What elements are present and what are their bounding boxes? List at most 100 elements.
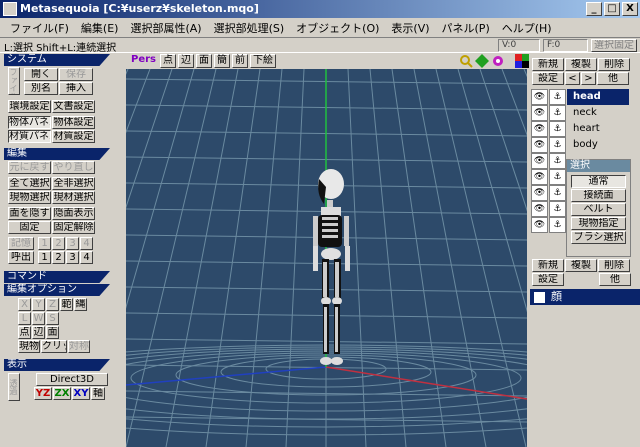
select-belt-button[interactable]: ベルト	[571, 203, 626, 216]
redo-button[interactable]: やり直し	[52, 161, 95, 174]
minimize-button[interactable]: _	[586, 2, 602, 16]
recall-slot-2[interactable]: 2	[52, 251, 65, 264]
local-toggle[interactable]: L	[18, 312, 31, 325]
object-row[interactable]: 👁 ⚓ neck	[531, 105, 640, 121]
eye-icon[interactable]: 👁	[531, 105, 548, 121]
simple-display-toggle[interactable]: 簡	[214, 54, 230, 68]
object-name[interactable]: neck	[567, 105, 629, 121]
lock-icon[interactable]: ⚓	[549, 201, 566, 217]
menu-help[interactable]: ヘルプ(H)	[496, 20, 558, 36]
face-mode-toggle[interactable]: 面	[46, 326, 59, 339]
menu-file[interactable]: ファイル(F)	[4, 20, 75, 36]
duplicate-material-button[interactable]: 複製	[565, 259, 597, 272]
eye-icon[interactable]: 👁	[531, 89, 548, 105]
lock-icon[interactable]: ⚓	[549, 89, 566, 105]
pan-icon[interactable]	[475, 54, 489, 68]
axis-view-button[interactable]: 軸	[91, 387, 105, 400]
material-settings-button[interactable]: 材質設定	[52, 130, 95, 143]
recall-slot-3[interactable]: 3	[66, 251, 79, 264]
brush-select-button[interactable]: ブラシ選択	[571, 231, 626, 244]
select-normal-button[interactable]: 通常	[571, 175, 626, 188]
next-object-button[interactable]: >	[581, 72, 596, 85]
object-name[interactable]: body	[567, 137, 629, 153]
vertex-mode-toggle[interactable]: 点	[18, 326, 31, 339]
select-current-material-button[interactable]: 現材選択	[52, 191, 95, 204]
menu-edit[interactable]: 編集(E)	[75, 20, 125, 36]
select-all-button[interactable]: 全て選択	[8, 177, 51, 190]
object-row[interactable]: 👁 ⚓ head	[531, 89, 640, 105]
mem-slot-1[interactable]: 1	[38, 237, 51, 250]
edge-mode-toggle[interactable]: 辺	[32, 326, 45, 339]
eye-icon[interactable]: 👁	[531, 201, 548, 217]
select-connected-button[interactable]: 接続面	[571, 189, 626, 202]
lock-icon[interactable]: ⚓	[549, 185, 566, 201]
z-axis-toggle[interactable]: Z	[46, 298, 59, 311]
prev-object-button[interactable]: <	[565, 72, 580, 85]
material-more-button[interactable]: 他	[599, 273, 631, 286]
recall-slot-1[interactable]: 1	[38, 251, 51, 264]
maximize-button[interactable]: □	[604, 2, 620, 16]
object-panel-button[interactable]: 物体パネル	[8, 116, 51, 129]
object-settings-button[interactable]: 設定	[532, 72, 564, 85]
menu-panel[interactable]: パネル(P)	[436, 20, 496, 36]
delete-object-button[interactable]: 削除	[598, 58, 630, 71]
eye-icon[interactable]: 👁	[531, 169, 548, 185]
file-tab[interactable]: ファイル	[8, 67, 20, 95]
deselect-all-button[interactable]: 全非選択	[52, 177, 95, 190]
menu-object[interactable]: オブジェクト(O)	[290, 20, 385, 36]
eye-icon[interactable]: 👁	[531, 121, 548, 137]
show-hidden-button[interactable]: 隠面表示	[52, 207, 95, 220]
new-object-button[interactable]: 新規	[532, 58, 564, 71]
skeleton-model[interactable]	[313, 169, 350, 365]
menu-view[interactable]: 表示(V)	[385, 20, 435, 36]
material-panel-button[interactable]: 材質パネル	[8, 130, 51, 143]
recall-button[interactable]: 呼出	[8, 251, 34, 264]
delete-material-button[interactable]: 削除	[598, 259, 630, 272]
edge-display-toggle[interactable]: 辺	[178, 54, 194, 68]
background-image-toggle[interactable]: 下絵	[250, 54, 276, 68]
lock-icon[interactable]: ⚓	[549, 153, 566, 169]
range-select-toggle[interactable]: 範	[60, 298, 73, 311]
save-button[interactable]: 保存	[59, 68, 93, 81]
eye-icon[interactable]: 👁	[531, 185, 548, 201]
yz-view-button[interactable]: YZ	[34, 387, 52, 400]
lasso-select-toggle[interactable]: 縄	[74, 298, 87, 311]
app-icon[interactable]	[3, 2, 17, 16]
rotate-icon[interactable]	[491, 54, 505, 68]
save-as-button[interactable]: 別名	[24, 82, 58, 95]
x-axis-toggle[interactable]: X	[18, 298, 31, 311]
material-item[interactable]: 顔	[530, 289, 640, 305]
open-button[interactable]: 開く	[24, 68, 58, 81]
direct3d-button[interactable]: Direct3D	[36, 373, 108, 386]
xy-view-button[interactable]: XY	[72, 387, 90, 400]
lock-icon[interactable]: ⚓	[549, 169, 566, 185]
close-button[interactable]: X	[622, 2, 638, 16]
select-current-object-button[interactable]: 現物指定	[571, 217, 626, 230]
memory-button[interactable]: 記憶	[8, 237, 34, 250]
eye-icon[interactable]: 👁	[531, 137, 548, 153]
unlock-button[interactable]: 固定解除	[52, 221, 95, 234]
zx-view-button[interactable]: ZX	[53, 387, 71, 400]
symmetry-toggle[interactable]: 対称	[68, 340, 90, 353]
lock-icon[interactable]: ⚓	[549, 121, 566, 137]
eye-icon[interactable]: 👁	[531, 153, 548, 169]
3d-viewport[interactable]	[126, 69, 527, 447]
select-current-object-button[interactable]: 現物選択	[8, 191, 51, 204]
grid-snap-toggle[interactable]: クリッド	[41, 340, 67, 353]
eye-icon[interactable]: 👁	[531, 217, 548, 233]
duplicate-object-button[interactable]: 複製	[565, 58, 597, 71]
y-axis-toggle[interactable]: Y	[32, 298, 45, 311]
current-object-toggle[interactable]: 現物	[18, 340, 40, 353]
select-fix-button[interactable]: 選択固定	[591, 39, 637, 52]
world-toggle[interactable]: W	[32, 312, 45, 325]
object-name[interactable]: heart	[567, 121, 629, 137]
recall-slot-4[interactable]: 4	[80, 251, 93, 264]
object-row[interactable]: 👁 ⚓ heart	[531, 121, 640, 137]
lock-button[interactable]: 固定	[8, 221, 51, 234]
object-settings-button[interactable]: 物体設定	[52, 116, 95, 129]
undo-button[interactable]: 元に戻す	[8, 161, 51, 174]
doc-settings-button[interactable]: 文書設定	[52, 100, 95, 113]
hide-faces-button[interactable]: 面を隠す	[8, 207, 51, 220]
lock-icon[interactable]: ⚓	[549, 217, 566, 233]
insert-button[interactable]: 挿入	[59, 82, 93, 95]
